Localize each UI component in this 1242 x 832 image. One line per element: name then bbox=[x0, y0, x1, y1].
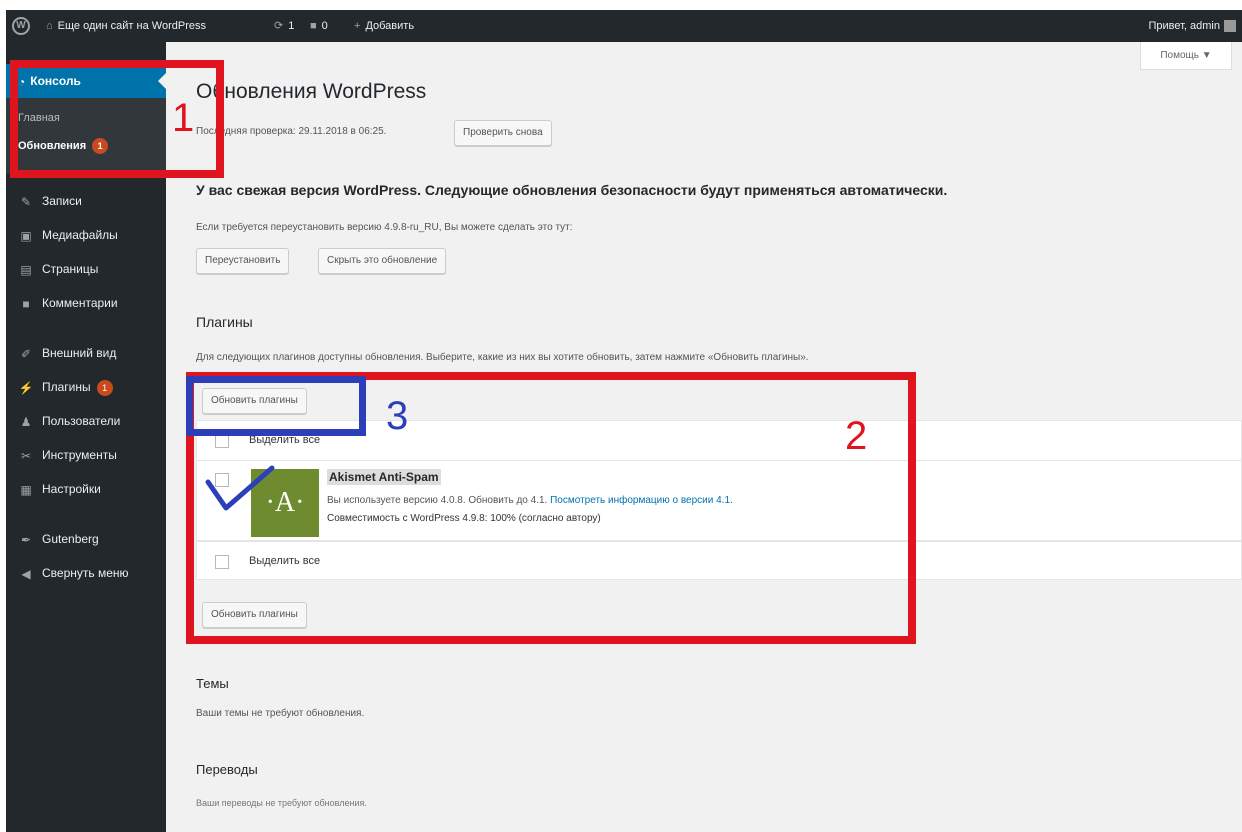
comments-link[interactable]: ■ 0 bbox=[310, 10, 328, 42]
updates-count: 1 bbox=[288, 20, 295, 32]
page-title: Обновления WordPress bbox=[196, 80, 427, 103]
sidebar-item-label: Инструменты bbox=[42, 448, 117, 462]
home-icon: ⌂ bbox=[46, 20, 53, 33]
sidebar-item-label: Страницы bbox=[42, 262, 99, 276]
submenu-item-home[interactable]: Главная bbox=[18, 112, 60, 124]
admin-bar: W ⌂ Еще один сайт на WordPress ⟳ 1 ■ 0 + Доб… bbox=[6, 10, 1242, 42]
reinstall-text: Если требуется переустановить версию 4.9… bbox=[196, 222, 573, 233]
dashboard-submenu: Главная Обновления 1 bbox=[6, 98, 166, 174]
sidebar-item-posts[interactable]: ✎ Записи bbox=[6, 186, 166, 216]
avatar bbox=[1224, 20, 1236, 33]
sidebar-item-gutenberg[interactable]: ✒ Gutenberg bbox=[6, 524, 166, 554]
pen-icon: ✒ bbox=[20, 532, 32, 547]
sidebar-item-label: Настройки bbox=[42, 482, 101, 496]
plus-icon: + bbox=[354, 20, 361, 33]
comments-count: 0 bbox=[321, 20, 328, 32]
sidebar-item-label: Внешний вид bbox=[42, 346, 117, 360]
comment-icon: ■ bbox=[22, 296, 30, 311]
sidebar-item-label: Gutenberg bbox=[42, 532, 99, 546]
sidebar-item-users[interactable]: ♟ Пользователи bbox=[6, 406, 166, 436]
hide-update-button[interactable]: Скрыть это обновление bbox=[318, 248, 447, 274]
latest-version-message: У вас свежая версия WordPress. Следующие… bbox=[196, 182, 948, 198]
sidebar-item-label: Консоль bbox=[30, 74, 81, 88]
themes-description: Ваши темы не требуют обновления. bbox=[196, 708, 365, 719]
reinstall-button[interactable]: Переустановить bbox=[196, 248, 290, 274]
wordpress-logo-icon: W bbox=[12, 17, 30, 36]
sidebar-item-label: Пользователи bbox=[42, 414, 121, 428]
admin-sidebar: ◔ Консоль Главная Обновления 1 ✎ Записи ▣ Ме… bbox=[6, 42, 166, 832]
plugin-checkbox[interactable] bbox=[215, 473, 229, 487]
sidebar-item-comments[interactable]: ■ Комментарии bbox=[6, 288, 166, 318]
select-all-checkbox[interactable] bbox=[215, 434, 229, 448]
help-tab-button[interactable]: Помощь ▼ bbox=[1140, 42, 1232, 70]
users-icon: ♟ bbox=[20, 414, 32, 429]
pin-icon: ✎ bbox=[20, 194, 32, 209]
sidebar-item-pages[interactable]: ▤ Страницы bbox=[6, 254, 166, 284]
brush-icon: ✐ bbox=[20, 346, 32, 361]
check-again-button[interactable]: Проверить снова bbox=[454, 120, 552, 146]
version-text: Вы используете версию 4.0.8. Обновить до… bbox=[327, 495, 548, 506]
version-details-link[interactable]: Посмотреть информацию о версии 4.1. bbox=[550, 495, 733, 506]
media-icon: ▣ bbox=[20, 228, 32, 243]
sidebar-item-appearance[interactable]: ✐ Внешний вид bbox=[6, 338, 166, 368]
plugin-name: Akismet Anti-Spam bbox=[327, 469, 441, 485]
select-all-label[interactable]: Выделить все bbox=[249, 434, 320, 446]
submenu-item-updates[interactable]: Обновления 1 bbox=[18, 138, 109, 154]
plugin-icon: ⚡ bbox=[18, 380, 34, 395]
submenu-label: Обновления bbox=[18, 139, 87, 152]
settings-icon: ▦ bbox=[20, 482, 32, 497]
updates-link[interactable]: ⟳ 1 bbox=[274, 10, 294, 42]
main-content: Помощь ▼ Обновления WordPress Последняя … bbox=[166, 42, 1242, 832]
last-check-text: Последняя проверка: 29.11.2018 в 06:25. bbox=[196, 126, 387, 137]
collapse-icon: ◀ bbox=[21, 566, 31, 581]
add-new-label: Добавить bbox=[365, 20, 415, 32]
sidebar-item-plugins[interactable]: ⚡ Плагины 1 bbox=[6, 372, 166, 402]
update-plugins-button-bottom[interactable]: Обновить плагины bbox=[202, 602, 307, 628]
plugin-version-text: Вы используете версию 4.0.8. Обновить до… bbox=[327, 495, 733, 506]
select-all-label[interactable]: Выделить все bbox=[249, 555, 320, 567]
plugins-heading: Плагины bbox=[196, 314, 253, 330]
plugin-row: ·A· Akismet Anti-Spam Вы используете вер… bbox=[197, 461, 1241, 541]
table-row: Выделить все bbox=[197, 421, 1241, 461]
refresh-icon: ⟳ bbox=[274, 20, 284, 33]
sidebar-item-label: Плагины bbox=[42, 380, 91, 394]
update-plugins-button-top[interactable]: Обновить плагины bbox=[202, 388, 307, 414]
submenu-label: Главная bbox=[18, 112, 60, 124]
sidebar-item-label: Свернуть меню bbox=[42, 566, 129, 580]
plugins-description: Для следующих плагинов доступны обновлен… bbox=[196, 352, 809, 363]
sidebar-item-settings[interactable]: ▦ Настройки bbox=[6, 474, 166, 504]
sidebar-item-tools[interactable]: ✂ Инструменты bbox=[6, 440, 166, 470]
table-row: Выделить все bbox=[197, 541, 1241, 581]
add-new-menu[interactable]: + Добавить bbox=[354, 10, 414, 42]
translations-description: Ваши переводы не требуют обновления. bbox=[196, 798, 367, 808]
akismet-logo: ·A· bbox=[251, 469, 319, 537]
translations-heading: Переводы bbox=[196, 762, 258, 777]
plugin-count-badge: 1 bbox=[96, 379, 113, 396]
plugins-table: Выделить все ·A· Akismet Anti-Spam Вы ис… bbox=[196, 420, 1242, 580]
comment-icon: ■ bbox=[310, 20, 317, 33]
page-icon: ▤ bbox=[20, 262, 32, 277]
select-all-checkbox-bottom[interactable] bbox=[215, 555, 229, 569]
update-count-badge: 1 bbox=[92, 138, 109, 154]
dashboard-icon: ◔ bbox=[18, 74, 26, 89]
user-menu[interactable]: Привет, admin bbox=[1148, 10, 1236, 42]
plugin-compat-text: Совместимость с WordPress 4.9.8: 100% (с… bbox=[327, 513, 601, 524]
themes-heading: Темы bbox=[196, 676, 229, 691]
tools-icon: ✂ bbox=[20, 448, 32, 463]
greeting-label: Привет, admin bbox=[1148, 20, 1220, 32]
sidebar-item-dashboard[interactable]: ◔ Консоль bbox=[6, 64, 166, 98]
sidebar-item-label: Записи bbox=[42, 194, 82, 208]
sidebar-item-label: Медиафайлы bbox=[42, 228, 118, 242]
sidebar-item-media[interactable]: ▣ Медиафайлы bbox=[6, 220, 166, 250]
collapse-menu-button[interactable]: ◀ Свернуть меню bbox=[6, 558, 166, 588]
wordpress-logo-menu[interactable]: W bbox=[12, 10, 38, 42]
site-name-link[interactable]: ⌂ Еще один сайт на WordPress bbox=[46, 10, 206, 42]
wordpress-admin-window: W ⌂ Еще один сайт на WordPress ⟳ 1 ■ 0 + Доб… bbox=[6, 10, 1242, 832]
site-name-label: Еще один сайт на WordPress bbox=[57, 20, 206, 32]
sidebar-item-label: Комментарии bbox=[42, 296, 118, 310]
